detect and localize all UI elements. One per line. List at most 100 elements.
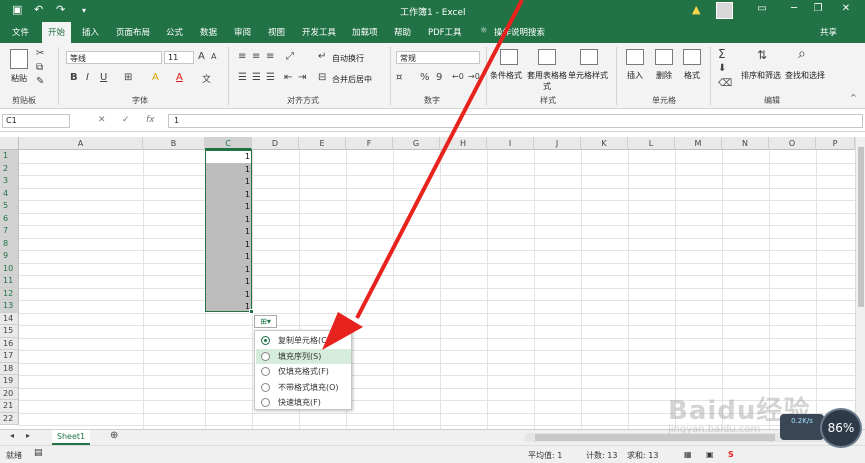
warning-icon[interactable]: ▲ <box>692 3 700 16</box>
insert-function-button[interactable]: fx <box>146 115 155 125</box>
next-sheet-icon[interactable]: ▸ <box>26 431 30 440</box>
column-header-p[interactable]: P <box>816 137 855 150</box>
column-header-g[interactable]: G <box>393 137 440 150</box>
cell-c9[interactable]: 1 <box>205 250 250 262</box>
row-header[interactable]: 11 <box>0 275 19 288</box>
fill-icon[interactable]: ⬇ <box>718 63 726 74</box>
autosum-button[interactable]: Σ <box>718 47 726 61</box>
autofill-flash-fill[interactable]: 快速填充(F) <box>256 395 351 410</box>
clear-icon[interactable]: ⌫ <box>718 78 732 89</box>
column-header-k[interactable]: K <box>581 137 628 150</box>
collapse-ribbon-icon[interactable]: ^ <box>850 93 857 102</box>
paste-button[interactable]: 粘贴 <box>11 73 27 84</box>
row-header[interactable]: 3 <box>0 175 19 188</box>
merge-center-button[interactable]: 合并后居中 <box>332 74 372 85</box>
cancel-icon[interactable]: ✕ <box>98 115 106 125</box>
vertical-scroll-thumb[interactable] <box>858 147 864 307</box>
row-header[interactable]: 4 <box>0 187 19 200</box>
tab-insert[interactable]: 插入 <box>82 26 99 38</box>
row-header[interactable]: 7 <box>0 225 19 238</box>
row-header[interactable]: 15 <box>0 325 19 338</box>
column-header-e[interactable]: E <box>299 137 346 150</box>
formula-input[interactable]: 1 <box>168 114 863 128</box>
cell-c5[interactable]: 1 <box>205 200 250 212</box>
number-format-select[interactable]: 常规 <box>396 51 480 64</box>
align-middle-icon[interactable]: ≡ <box>252 51 260 62</box>
percent-button[interactable]: % <box>420 72 430 83</box>
column-header-f[interactable]: F <box>346 137 393 150</box>
column-header-j[interactable]: J <box>534 137 581 150</box>
table-format-icon[interactable] <box>538 49 556 65</box>
column-header-c[interactable]: C <box>205 137 252 150</box>
tab-data[interactable]: 数据 <box>200 26 217 38</box>
cell-c11[interactable]: 1 <box>205 275 250 287</box>
column-header-m[interactable]: M <box>675 137 722 150</box>
bold-button[interactable]: B <box>70 72 78 83</box>
increase-indent-icon[interactable]: ⇥ <box>298 72 306 83</box>
row-header[interactable]: 12 <box>0 287 19 300</box>
tab-pdf[interactable]: PDF工具 <box>428 26 462 38</box>
tab-formulas[interactable]: 公式 <box>166 26 183 38</box>
avatar[interactable] <box>716 2 733 19</box>
page-layout-view-icon[interactable]: ▣ <box>706 450 714 459</box>
format-painter-icon[interactable]: ✎ <box>36 76 44 87</box>
tab-help[interactable]: 帮助 <box>394 26 411 38</box>
row-header[interactable]: 9 <box>0 250 19 263</box>
cell-c2[interactable]: 1 <box>205 163 250 175</box>
cell-c4[interactable]: 1 <box>205 188 250 200</box>
row-header[interactable]: 6 <box>0 212 19 225</box>
speed-badge[interactable]: 86% <box>822 410 860 446</box>
vertical-scrollbar[interactable] <box>855 137 865 429</box>
minimize-icon[interactable]: ─ <box>784 3 804 14</box>
wrap-text-button[interactable]: 自动换行 <box>332 53 364 64</box>
column-header-a[interactable]: A <box>19 137 143 150</box>
find-select-button[interactable]: 查找和选择 <box>785 70 825 81</box>
align-left-icon[interactable]: ☰ <box>238 72 247 83</box>
save-icon[interactable]: ▣ <box>12 3 22 16</box>
format-cells-button[interactable]: 格式 <box>684 70 700 81</box>
row-header[interactable]: 17 <box>0 350 19 363</box>
enter-icon[interactable]: ✓ <box>122 115 130 125</box>
column-header-b[interactable]: B <box>143 137 205 150</box>
close-icon[interactable]: ✕ <box>836 3 856 14</box>
normal-view-icon[interactable]: ▦ <box>684 450 692 459</box>
row-header[interactable]: 18 <box>0 362 19 375</box>
delete-cells-button[interactable]: 删除 <box>656 70 672 81</box>
row-header[interactable]: 13 <box>0 300 19 313</box>
font-size-select[interactable]: 11 <box>164 51 194 64</box>
fill-handle[interactable] <box>249 309 254 314</box>
column-header-l[interactable]: L <box>628 137 675 150</box>
underline-button[interactable]: U <box>100 72 107 83</box>
prev-sheet-icon[interactable]: ◂ <box>10 431 14 440</box>
horizontal-scroll-thumb[interactable] <box>535 434 775 441</box>
currency-icon[interactable]: ¤ <box>396 72 402 83</box>
conditional-format-button[interactable]: 条件格式 <box>490 70 522 81</box>
increase-decimal-icon[interactable]: ←0 <box>452 72 464 81</box>
align-bottom-icon[interactable]: ≡ <box>266 51 274 62</box>
tab-view[interactable]: 视图 <box>268 26 285 38</box>
row-header[interactable]: 1 <box>0 150 19 163</box>
column-header-h[interactable]: H <box>440 137 487 150</box>
row-header[interactable]: 22 <box>0 412 19 425</box>
cell-styles-icon[interactable] <box>580 49 598 65</box>
cell-c10[interactable]: 1 <box>205 263 250 275</box>
restore-icon[interactable]: ❐ <box>808 3 828 14</box>
format-cells-icon[interactable] <box>683 49 701 65</box>
fill-color-icon[interactable]: A <box>152 72 159 83</box>
share-button[interactable]: 共享 <box>820 26 837 38</box>
font-shrink-icon[interactable]: A <box>211 52 216 61</box>
tab-addins[interactable]: 加载项 <box>352 26 378 38</box>
ribbon-display-icon[interactable]: ▭ <box>752 3 772 14</box>
italic-button[interactable]: I <box>86 72 89 83</box>
orientation-icon[interactable]: ⤢ <box>286 51 294 62</box>
add-sheet-icon[interactable]: ⊕ <box>110 430 118 441</box>
cell-styles-button[interactable]: 单元格样式 <box>568 70 608 81</box>
sheet-tab-sheet1[interactable]: Sheet1 <box>52 430 90 445</box>
tab-developer[interactable]: 开发工具 <box>302 26 336 38</box>
autofill-format-only[interactable]: 仅填充格式(F) <box>256 364 351 379</box>
column-header-i[interactable]: I <box>487 137 534 150</box>
comma-style-button[interactable]: 9 <box>436 72 442 83</box>
name-box[interactable]: C1 <box>2 114 70 128</box>
merge-icon[interactable]: ⊟ <box>318 72 326 83</box>
row-header[interactable]: 21 <box>0 400 19 413</box>
